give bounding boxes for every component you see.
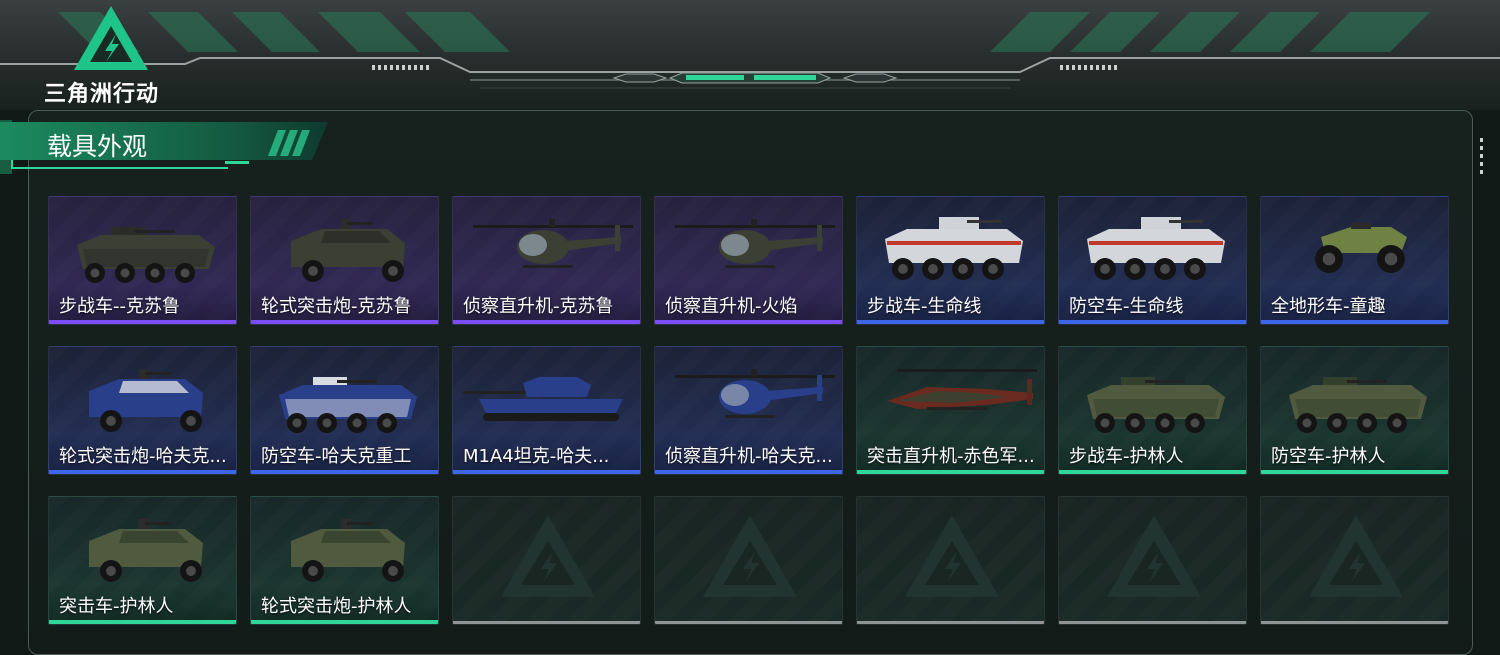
top-header: 三角洲行动 (0, 0, 1500, 110)
vehicle-name: 步战车--克苏鲁 (59, 296, 180, 317)
vehicle-name: 步战车-生命线 (867, 296, 982, 317)
rarity-bar (1261, 320, 1448, 324)
vehicle-name: 步战车-护林人 (1069, 446, 1184, 467)
delta-watermark-icon (1309, 515, 1403, 597)
rarity-bar (1261, 470, 1448, 474)
delta-watermark-icon (1107, 515, 1201, 597)
vehicle-card[interactable]: 侦察直升机-哈夫克... (654, 346, 843, 475)
empty-slot (452, 496, 641, 625)
vehicle-card[interactable]: 轮式突击炮-克苏鲁 (250, 196, 439, 325)
rarity-bar (453, 621, 640, 624)
delta-watermark-icon (905, 515, 999, 597)
vehicle-card[interactable]: 步战车-护林人 (1058, 346, 1247, 475)
empty-slot (856, 496, 1045, 625)
rarity-bar (1059, 320, 1246, 324)
vehicle-name: 轮式突击炮-哈夫克... (59, 446, 227, 467)
vehicle-card[interactable]: 步战车-生命线 (856, 196, 1045, 325)
vehicle-card[interactable]: 突击直升机-赤色军... (856, 346, 1045, 475)
vehicle-name: 轮式突击炮-护林人 (261, 596, 412, 617)
rarity-bar (655, 621, 842, 624)
rarity-bar (1261, 621, 1448, 624)
vehicle-name: 侦察直升机-哈夫克... (665, 446, 833, 467)
rarity-bar (49, 470, 236, 474)
side-handle[interactable] (1480, 138, 1484, 178)
rarity-bar (251, 620, 438, 624)
rarity-bar (49, 620, 236, 624)
header-decoration (0, 12, 1500, 89)
vehicle-card[interactable]: 防空车-哈夫克重工 (250, 346, 439, 475)
rarity-bar (1059, 470, 1246, 474)
rarity-bar (857, 470, 1044, 474)
rarity-bar (49, 320, 236, 324)
empty-slot (654, 496, 843, 625)
delta-logo-icon (74, 6, 148, 70)
panel-title: 载具外观 (47, 132, 148, 161)
vehicle-card[interactable]: 轮式突击炮-护林人 (250, 496, 439, 625)
vehicle-card[interactable]: 全地形车-童趣 (1260, 196, 1449, 325)
vehicle-card[interactable]: 轮式突击炮-哈夫克... (48, 346, 237, 475)
logo-text: 三角洲行动 (44, 82, 160, 107)
empty-slot (1260, 496, 1449, 625)
vehicle-name: 突击直升机-赤色军... (867, 446, 1035, 467)
vehicle-card[interactable]: M1A4坦克-哈夫... (452, 346, 641, 475)
vehicle-name: M1A4坦克-哈夫... (463, 446, 610, 467)
rarity-bar (857, 320, 1044, 324)
rarity-bar (1059, 621, 1246, 624)
vehicle-name: 防空车-护林人 (1271, 446, 1386, 467)
vehicle-grid: 步战车--克苏鲁 轮式突击炮-克苏鲁 侦察直升机-克苏鲁 侦察直升机-火焰 步战… (48, 196, 1450, 626)
vehicle-name: 侦察直升机-火焰 (665, 296, 798, 317)
vehicle-card[interactable]: 侦察直升机-克苏鲁 (452, 196, 641, 325)
vehicle-name: 防空车-生命线 (1069, 296, 1184, 317)
vehicle-card[interactable]: 防空车-护林人 (1260, 346, 1449, 475)
rarity-bar (251, 320, 438, 324)
rarity-bar (453, 320, 640, 324)
vehicle-card[interactable]: 突击车-护林人 (48, 496, 237, 625)
vehicle-name: 防空车-哈夫克重工 (261, 446, 412, 467)
delta-watermark-icon (703, 515, 797, 597)
rarity-bar (857, 621, 1044, 624)
vehicle-card[interactable]: 侦察直升机-火焰 (654, 196, 843, 325)
rarity-bar (453, 470, 640, 474)
delta-watermark-icon (501, 515, 595, 597)
vehicle-name: 突击车-护林人 (59, 596, 174, 617)
game-logo: 三角洲行动 (44, 4, 184, 107)
empty-slot (1058, 496, 1247, 625)
rarity-bar (655, 320, 842, 324)
vehicle-name: 轮式突击炮-克苏鲁 (261, 296, 412, 317)
vehicle-name: 全地形车-童趣 (1271, 296, 1386, 317)
vehicle-card[interactable]: 步战车--克苏鲁 (48, 196, 237, 325)
rarity-bar (251, 470, 438, 474)
rarity-bar (655, 470, 842, 474)
vehicle-card[interactable]: 防空车-生命线 (1058, 196, 1247, 325)
vehicle-name: 侦察直升机-克苏鲁 (463, 296, 614, 317)
